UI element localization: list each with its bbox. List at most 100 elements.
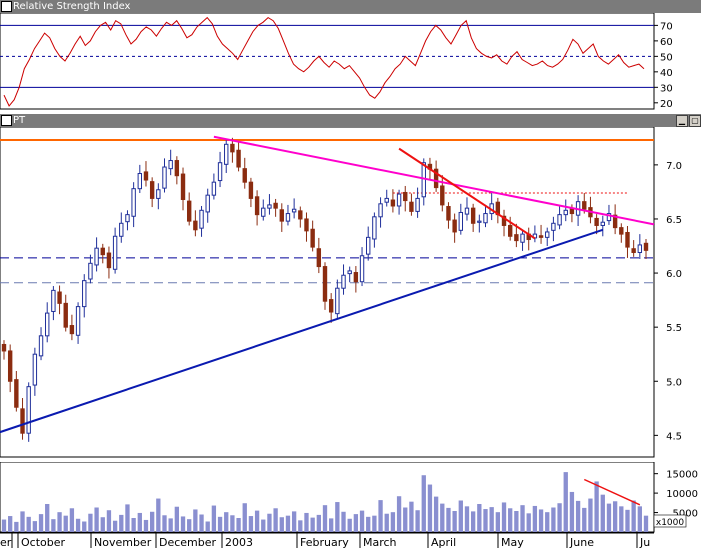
volume-bar bbox=[106, 510, 112, 532]
volume-bar bbox=[366, 516, 371, 532]
candle-body bbox=[180, 173, 186, 200]
rsi-chart: 70 60 50 40 30 20 bbox=[0, 13, 673, 110]
volume-bar bbox=[341, 511, 346, 532]
candle-body bbox=[569, 208, 575, 215]
candle-body bbox=[625, 231, 630, 248]
volume-bar bbox=[162, 515, 167, 532]
candle-body bbox=[359, 255, 365, 283]
volume-bar bbox=[69, 508, 75, 532]
volume-bar bbox=[38, 514, 44, 532]
candle-body bbox=[20, 408, 25, 434]
candle-body bbox=[57, 291, 62, 304]
candle-body bbox=[458, 211, 464, 231]
volume-bar bbox=[582, 507, 587, 532]
volume-bar bbox=[149, 511, 155, 532]
candle-body bbox=[483, 213, 488, 224]
candle-body bbox=[335, 287, 340, 315]
candle-body bbox=[594, 217, 599, 226]
volume-bar bbox=[495, 512, 501, 532]
volume-bar bbox=[242, 503, 247, 532]
candle-body bbox=[285, 213, 291, 222]
volume-bar bbox=[415, 510, 420, 532]
volume-bar bbox=[143, 519, 149, 532]
x-axis-month-label: er bbox=[0, 536, 12, 549]
candle-body bbox=[162, 166, 167, 189]
volume-bar bbox=[168, 518, 173, 532]
panel-icon bbox=[1, 1, 12, 12]
price-tick-label: 7.0 bbox=[666, 161, 682, 172]
volume-bar bbox=[588, 498, 593, 532]
candle-body bbox=[199, 209, 204, 229]
candle-body bbox=[631, 248, 636, 254]
volume-bar bbox=[458, 500, 463, 532]
candle-body bbox=[563, 209, 568, 216]
candle-body bbox=[378, 203, 383, 218]
candle-body bbox=[353, 272, 359, 283]
minimize-button[interactable]: ▁ bbox=[676, 115, 688, 127]
candle-body bbox=[125, 214, 130, 223]
volume-bar bbox=[514, 511, 519, 532]
volume-bar bbox=[51, 519, 56, 532]
volume-bar bbox=[248, 516, 254, 532]
panel-icon bbox=[1, 115, 12, 126]
candle-body bbox=[514, 234, 519, 242]
candle-body bbox=[637, 244, 643, 254]
rsi-tick-label: 20 bbox=[660, 99, 673, 110]
candle-body bbox=[248, 181, 254, 199]
candle-body bbox=[384, 197, 389, 203]
volume-bar bbox=[483, 509, 488, 532]
candle-body bbox=[94, 247, 99, 266]
rsi-tick-label: 30 bbox=[660, 83, 673, 94]
x-axis-month-label: April bbox=[431, 536, 456, 549]
volume-bar bbox=[384, 513, 389, 532]
volume-bar bbox=[125, 504, 130, 532]
restore-button[interactable]: ▢ bbox=[689, 115, 701, 127]
volume-bar bbox=[532, 505, 538, 532]
rsi-tick-label: 40 bbox=[660, 68, 673, 79]
candle-body bbox=[211, 181, 217, 196]
volume-bar bbox=[199, 514, 204, 532]
volume-bar bbox=[8, 516, 13, 532]
candle-body bbox=[143, 171, 149, 181]
candle-body bbox=[291, 208, 297, 213]
candle-body bbox=[217, 162, 223, 182]
volume-bar bbox=[329, 518, 334, 532]
volume-bar bbox=[421, 475, 426, 532]
candle-body bbox=[261, 207, 266, 217]
volume-bar bbox=[267, 513, 272, 532]
volume-bar bbox=[452, 511, 457, 532]
candle-body bbox=[131, 188, 136, 217]
candle-body bbox=[174, 160, 180, 177]
price-tick-label: 6.5 bbox=[666, 215, 682, 226]
volume-bar bbox=[508, 508, 513, 532]
volume-bar bbox=[631, 500, 636, 532]
volume-bar bbox=[119, 514, 124, 532]
volume-bar bbox=[446, 507, 451, 532]
volume-bar bbox=[75, 518, 81, 532]
volume-bar bbox=[156, 498, 161, 532]
candle-body bbox=[205, 194, 210, 213]
price-tick-label: 5.5 bbox=[666, 323, 682, 334]
volume-bar bbox=[403, 507, 408, 532]
rsi-tick-label: 70 bbox=[660, 21, 673, 32]
candle-body bbox=[304, 218, 309, 232]
candle-body bbox=[545, 231, 550, 238]
candle-body bbox=[106, 252, 112, 269]
candle-body bbox=[100, 247, 105, 256]
volume-bar bbox=[489, 507, 494, 532]
volume-bar bbox=[180, 516, 186, 532]
volume-bar bbox=[612, 501, 618, 532]
volume-bar bbox=[347, 518, 352, 532]
volume-bar bbox=[20, 511, 25, 532]
volume-bar bbox=[538, 509, 544, 532]
candle-body bbox=[119, 222, 124, 237]
candle-body bbox=[507, 224, 513, 237]
x-axis-month-label: Ju bbox=[639, 536, 650, 549]
candle-body bbox=[328, 299, 334, 313]
volume-bar bbox=[261, 519, 266, 532]
candle-body bbox=[7, 350, 13, 382]
candle-body bbox=[63, 302, 68, 328]
candle-body bbox=[415, 197, 420, 212]
volume-bar bbox=[501, 502, 507, 532]
candle-body bbox=[341, 274, 346, 289]
